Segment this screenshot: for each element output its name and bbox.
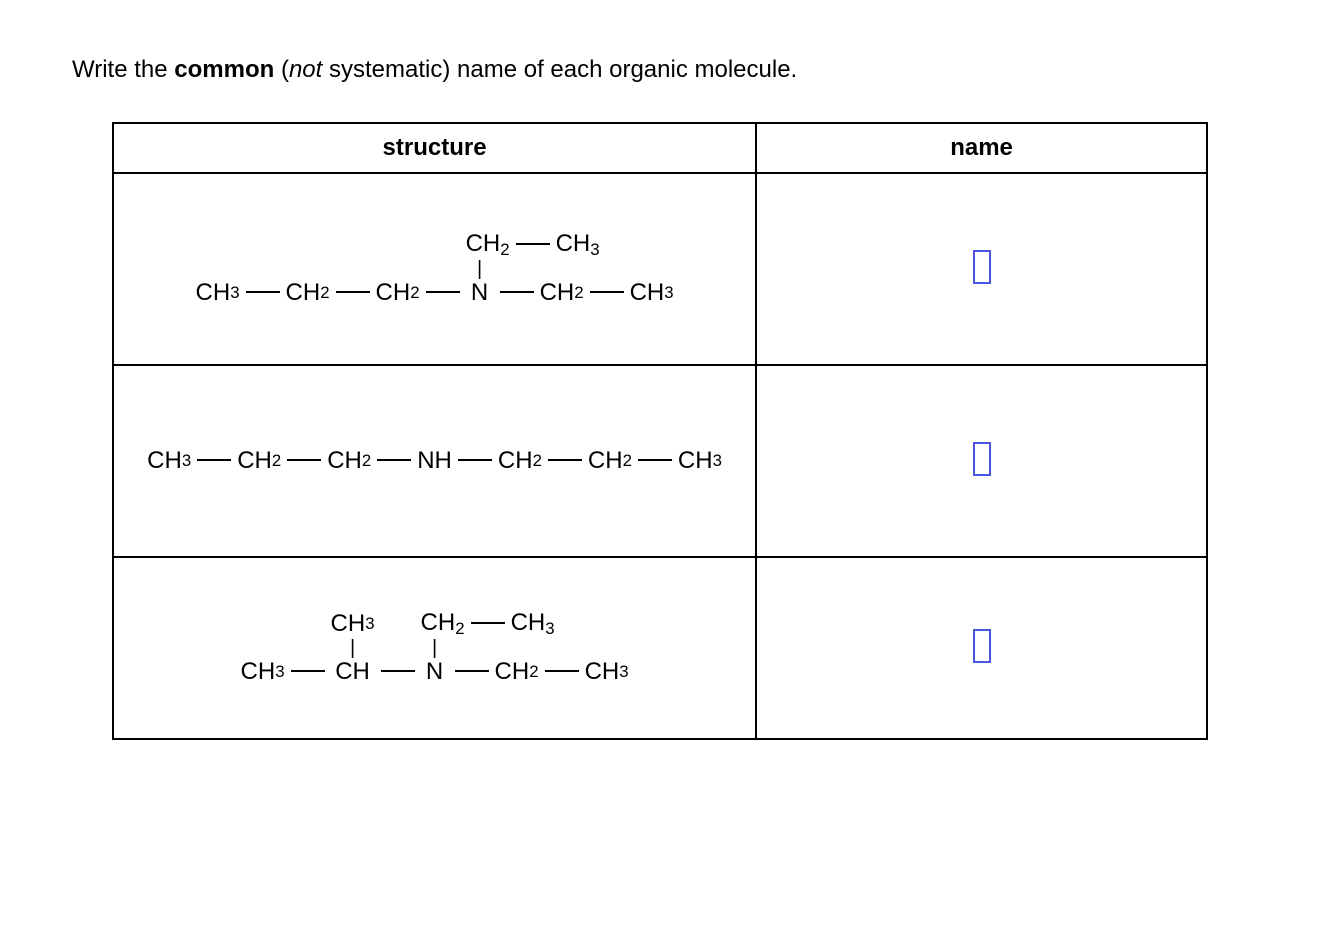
chem-ch2: CH2: [588, 447, 632, 475]
vbond-icon: |: [477, 259, 482, 279]
structure-cell-1: CH3 CH2 CH2: [113, 173, 756, 365]
bond-icon: [458, 459, 492, 461]
chem-ch3: CH3: [556, 232, 600, 259]
bond-icon: [590, 291, 624, 293]
table-row: CH3 CH3 | CH: [113, 557, 1207, 739]
bond-icon: [638, 459, 672, 461]
chem-ch2: CH2: [495, 658, 539, 686]
chem-ch3: CH3: [678, 447, 722, 475]
chem-ch2: CH2: [327, 447, 371, 475]
chem-ch3: CH3: [147, 447, 191, 475]
bond-icon: [548, 459, 582, 461]
name-cell-1: [756, 173, 1207, 365]
chem-ch2: CH2: [237, 447, 281, 475]
bond-icon: [381, 670, 415, 672]
chem-n: N: [471, 279, 488, 307]
chem-ch2: CH2: [376, 279, 420, 307]
chem-ch2: CH2: [498, 447, 542, 475]
vbond-icon: |: [350, 638, 355, 658]
chem-ch3: CH3: [196, 279, 240, 307]
bond-icon: [545, 670, 579, 672]
chem-ch3: CH3: [331, 610, 375, 638]
col-header-name: name: [756, 123, 1207, 173]
chem-ch2: CH2: [286, 279, 330, 307]
chem-ch2: CH2: [421, 611, 465, 638]
answer-input-3[interactable]: [973, 629, 991, 663]
chem-ch2: CH2: [540, 279, 584, 307]
prompt-italic: not: [289, 56, 322, 83]
molecule-2: CH3 CH2 CH2 NH CH2 CH2 CH3: [114, 447, 755, 475]
molecule-3: CH3 CH3 | CH: [114, 610, 755, 686]
name-cell-2: [756, 365, 1207, 557]
vbond-icon: |: [432, 638, 437, 658]
bond-icon: [516, 243, 550, 245]
page: Write the common (not systematic) name o…: [0, 0, 1272, 740]
table-row: CH3 CH2 CH2 NH CH2 CH2 CH3: [113, 365, 1207, 557]
structure-cell-2: CH3 CH2 CH2 NH CH2 CH2 CH3: [113, 365, 756, 557]
bond-icon: [377, 459, 411, 461]
molecule-table: structure name CH3: [112, 122, 1208, 740]
bond-icon: [500, 291, 534, 293]
col-header-structure: structure: [113, 123, 756, 173]
bond-icon: [471, 622, 505, 624]
bond-icon: [287, 459, 321, 461]
prompt-paren: (: [274, 56, 289, 83]
bond-icon: [246, 291, 280, 293]
bond-icon: [426, 291, 460, 293]
chem-ch: CH: [335, 658, 370, 686]
structure-cell-3: CH3 CH3 | CH: [113, 557, 756, 739]
molecule-1: CH3 CH2 CH2: [114, 231, 755, 307]
prompt-pre: Write the: [72, 56, 174, 83]
bond-icon: [455, 670, 489, 672]
question-prompt: Write the common (not systematic) name o…: [72, 56, 1272, 84]
bond-icon: [291, 670, 325, 672]
prompt-post: systematic) name of each organic molecul…: [322, 56, 797, 83]
chem-ch3: CH3: [630, 279, 674, 307]
chem-ch3: CH3: [241, 658, 285, 686]
chem-ch3: CH3: [511, 611, 555, 638]
answer-input-1[interactable]: [973, 250, 991, 284]
name-cell-3: [756, 557, 1207, 739]
bond-icon: [336, 291, 370, 293]
chem-ch3: CH3: [585, 658, 629, 686]
answer-input-2[interactable]: [973, 442, 991, 476]
chem-n: N: [426, 658, 443, 686]
chem-ch2: CH2: [466, 232, 510, 259]
chem-nh: NH: [417, 447, 452, 475]
bond-icon: [197, 459, 231, 461]
prompt-bold: common: [174, 56, 274, 83]
table-row: CH3 CH2 CH2: [113, 173, 1207, 365]
